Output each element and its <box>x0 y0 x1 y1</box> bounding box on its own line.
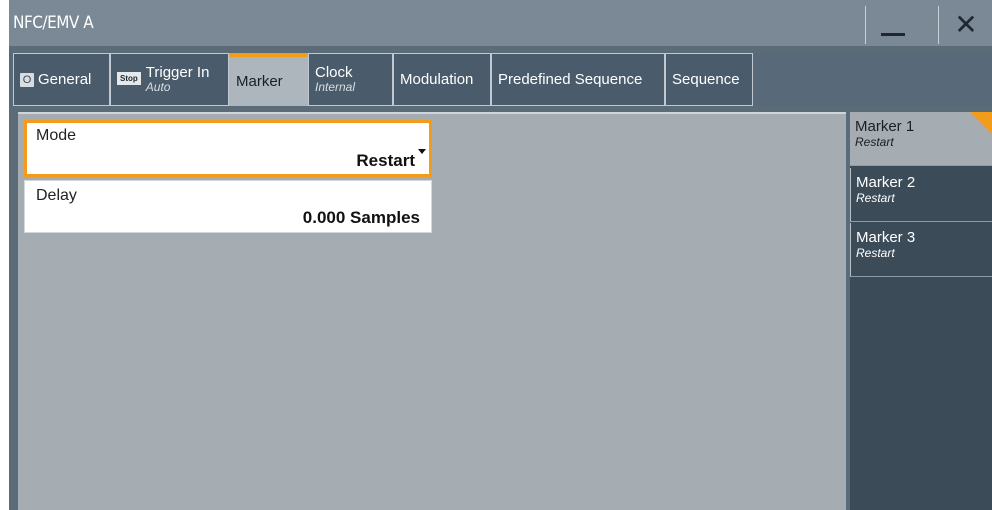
tab-trigger-in[interactable]: Stop Trigger In Auto <box>110 53 229 106</box>
mode-label: Mode <box>36 127 77 144</box>
window-title: NFC/EMV A <box>13 13 94 33</box>
dropdown-arrow-icon <box>418 149 426 154</box>
selected-corner-icon <box>970 112 992 134</box>
stop-badge-icon: Stop <box>117 72 141 85</box>
marker-2-item[interactable]: Marker 2 Restart <box>850 168 992 222</box>
mode-value: Restart <box>356 151 415 170</box>
marker-mode: Restart <box>856 246 895 260</box>
tab-sublabel: Internal <box>315 79 356 94</box>
delay-field[interactable]: Delay 0.000 Samples <box>24 180 432 233</box>
marker-mode: Restart <box>855 135 894 149</box>
nfc-emv-dialog: NFC/EMV A ✕ O General Stop Trigger In Au… <box>9 0 992 510</box>
marker-mode: Restart <box>856 191 895 205</box>
tab-general[interactable]: O General <box>13 53 110 106</box>
tab-label: Predefined Sequence <box>498 71 643 88</box>
tab-label: Modulation <box>400 71 474 88</box>
minimize-icon <box>881 32 905 36</box>
close-icon: ✕ <box>954 9 978 40</box>
marker-name: Marker 3 <box>856 229 916 246</box>
tab-label: General <box>38 71 92 88</box>
state-badge-icon: O <box>20 72 34 87</box>
title-bar: NFC/EMV A ✕ <box>9 0 992 46</box>
tab-sublabel: Auto <box>145 79 171 94</box>
marker-settings-panel: Mode Restart Delay 0.000 Samples <box>18 112 846 510</box>
tab-label: Marker <box>236 72 283 90</box>
tab-label: Trigger In <box>145 63 210 81</box>
marker-3-item[interactable]: Marker 3 Restart <box>850 223 992 277</box>
tab-marker[interactable]: Marker <box>229 53 308 106</box>
marker-1-item[interactable]: Marker 1 Restart <box>850 112 992 166</box>
delay-value: 0.000 Samples <box>302 208 420 227</box>
minimize-button[interactable] <box>865 6 920 44</box>
tab-predefined-sequence[interactable]: Predefined Sequence <box>491 53 665 106</box>
marker-list: Marker 1 Restart Marker 2 Restart Marker… <box>850 112 992 510</box>
close-button[interactable]: ✕ <box>938 6 992 44</box>
tab-sequence[interactable]: Sequence <box>665 53 753 106</box>
mode-dropdown[interactable]: Mode Restart <box>24 120 432 177</box>
marker-name: Marker 2 <box>856 174 916 191</box>
tab-modulation[interactable]: Modulation <box>393 53 491 106</box>
tab-label: Clock <box>315 63 353 81</box>
tab-clock[interactable]: Clock Internal <box>308 53 393 106</box>
tab-label: Sequence <box>672 71 740 88</box>
delay-label: Delay <box>36 187 77 204</box>
tab-bar: O General Stop Trigger In Auto Marker Cl… <box>9 53 992 106</box>
